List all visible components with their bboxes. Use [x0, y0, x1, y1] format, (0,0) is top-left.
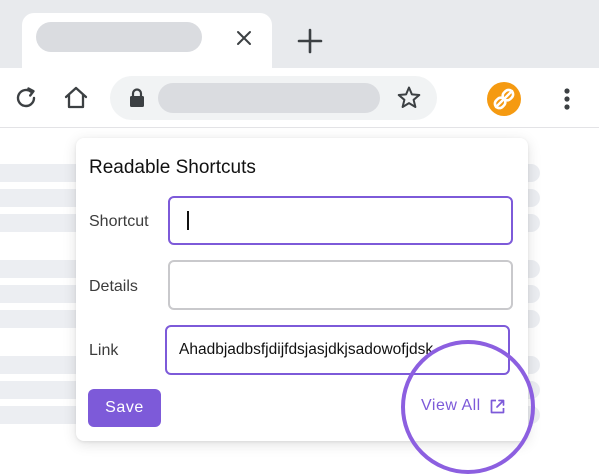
text-caret — [187, 211, 189, 230]
star-icon[interactable] — [395, 84, 423, 112]
close-icon[interactable] — [233, 27, 255, 49]
details-label: Details — [89, 278, 138, 295]
browser-toolbar — [0, 68, 599, 128]
tab-strip — [0, 0, 599, 69]
save-button[interactable]: Save — [88, 389, 161, 427]
url-placeholder — [158, 83, 380, 113]
save-button-label: Save — [105, 399, 144, 416]
link-label: Link — [89, 342, 119, 359]
extension-popup: Readable Shortcuts Shortcut Details Link… — [76, 138, 528, 441]
view-all-label: View All — [421, 397, 481, 414]
tab-title-placeholder — [36, 22, 202, 52]
view-all-link[interactable]: View All — [421, 394, 506, 418]
plus-icon[interactable] — [296, 27, 324, 55]
lock-icon — [128, 88, 146, 108]
extension-button[interactable] — [487, 82, 521, 116]
link-icon — [493, 88, 515, 110]
link-input[interactable]: Ahadbjadbsfjdijfdsjasjdkjsadowofjdsk — [165, 325, 510, 375]
shortcut-label: Shortcut — [89, 213, 149, 230]
reload-icon[interactable] — [12, 84, 40, 112]
popup-title: Readable Shortcuts — [89, 157, 256, 178]
more-vert-icon[interactable] — [556, 84, 578, 114]
details-input[interactable] — [168, 260, 513, 310]
open-in-new-icon — [490, 399, 505, 413]
shortcut-input[interactable] — [168, 196, 513, 245]
browser-tab[interactable] — [22, 13, 272, 69]
address-bar[interactable] — [110, 76, 437, 120]
home-icon[interactable] — [62, 84, 90, 112]
